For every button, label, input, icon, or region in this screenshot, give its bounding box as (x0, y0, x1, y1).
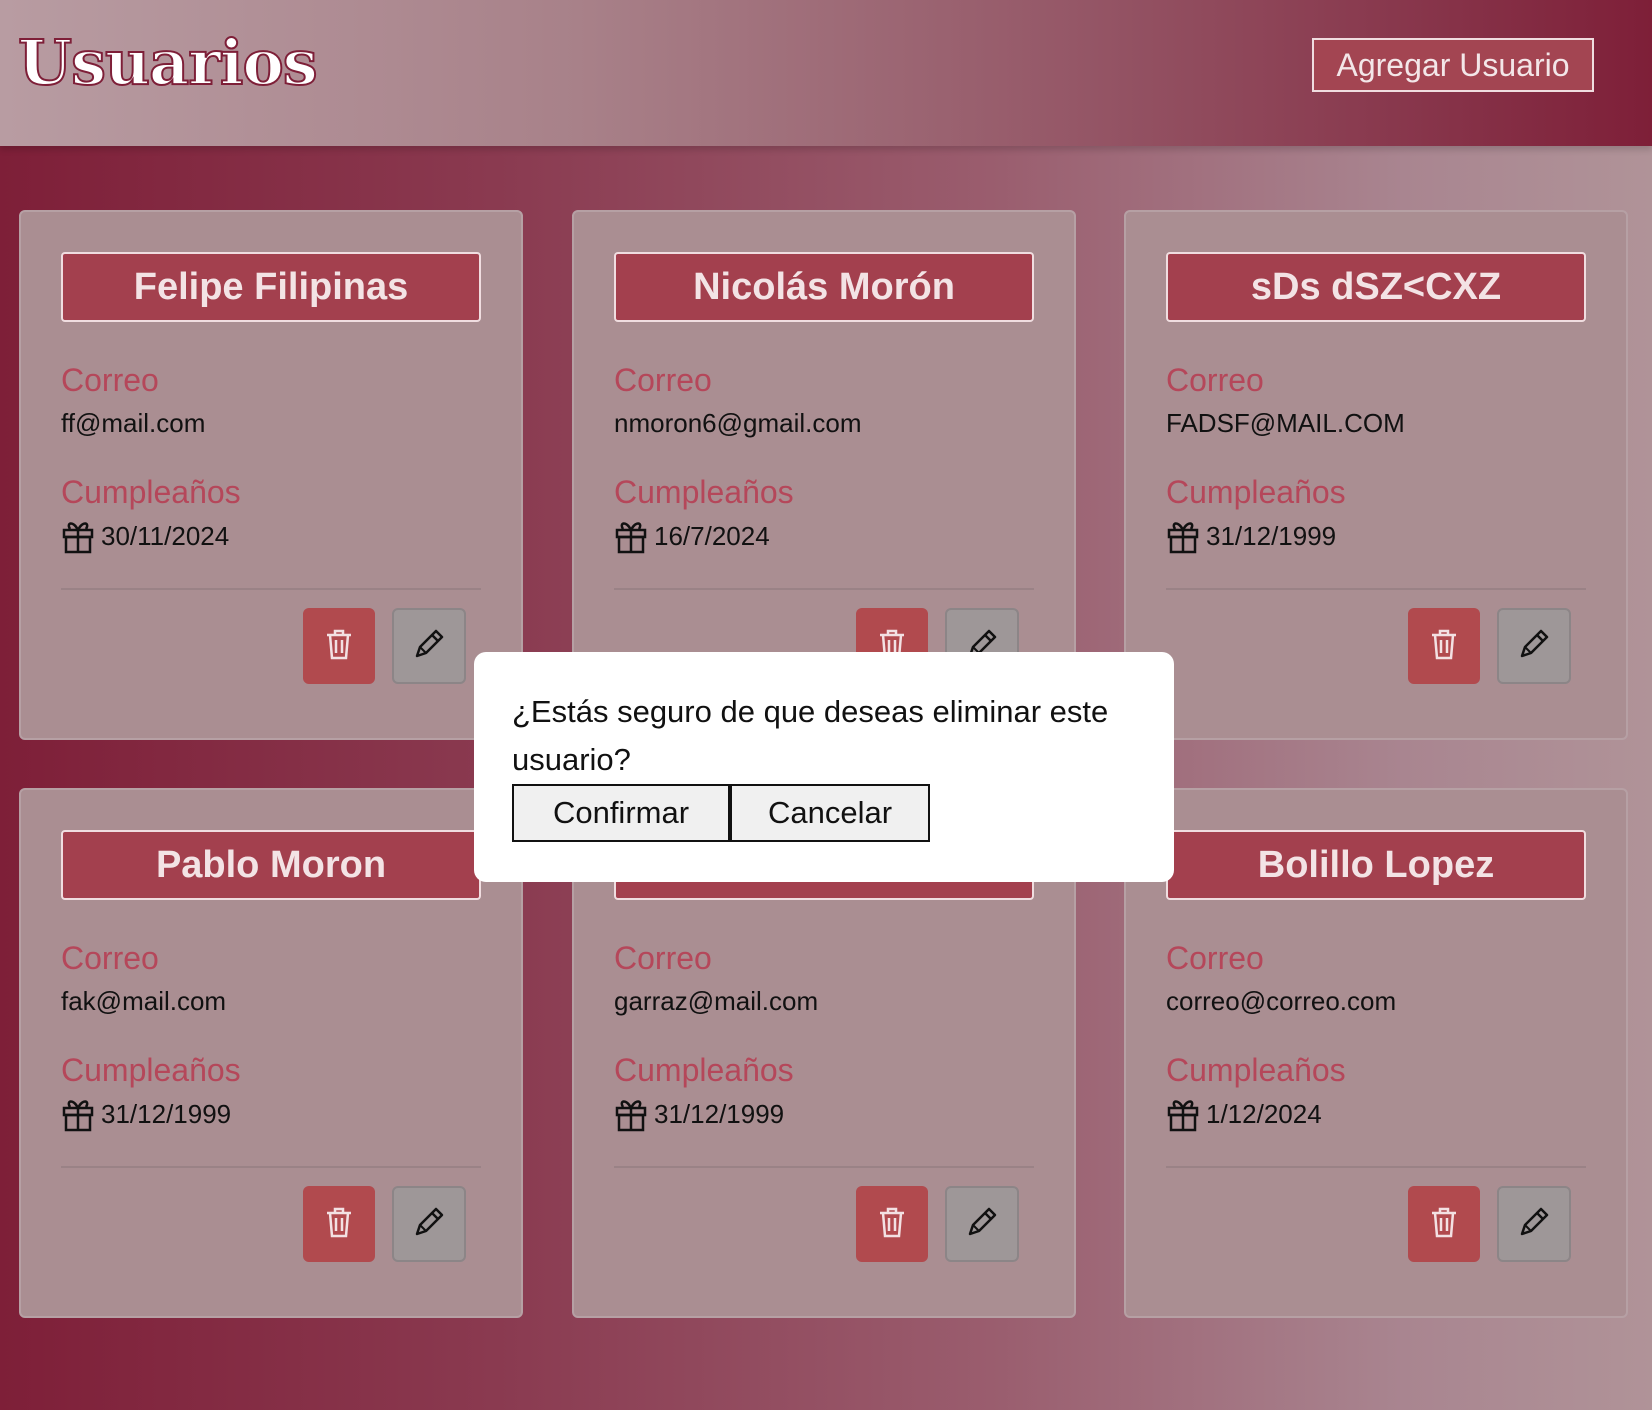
cancel-button[interactable]: Cancelar (730, 784, 930, 842)
confirm-delete-dialog: ¿Estás seguro de que deseas eliminar est… (474, 652, 1174, 882)
modal-overlay[interactable]: ¿Estás seguro de que deseas eliminar est… (0, 0, 1652, 1410)
dialog-actions: Confirmar Cancelar (512, 784, 1136, 842)
dialog-message: ¿Estás seguro de que deseas eliminar est… (512, 694, 1109, 777)
confirm-button[interactable]: Confirmar (512, 784, 730, 842)
